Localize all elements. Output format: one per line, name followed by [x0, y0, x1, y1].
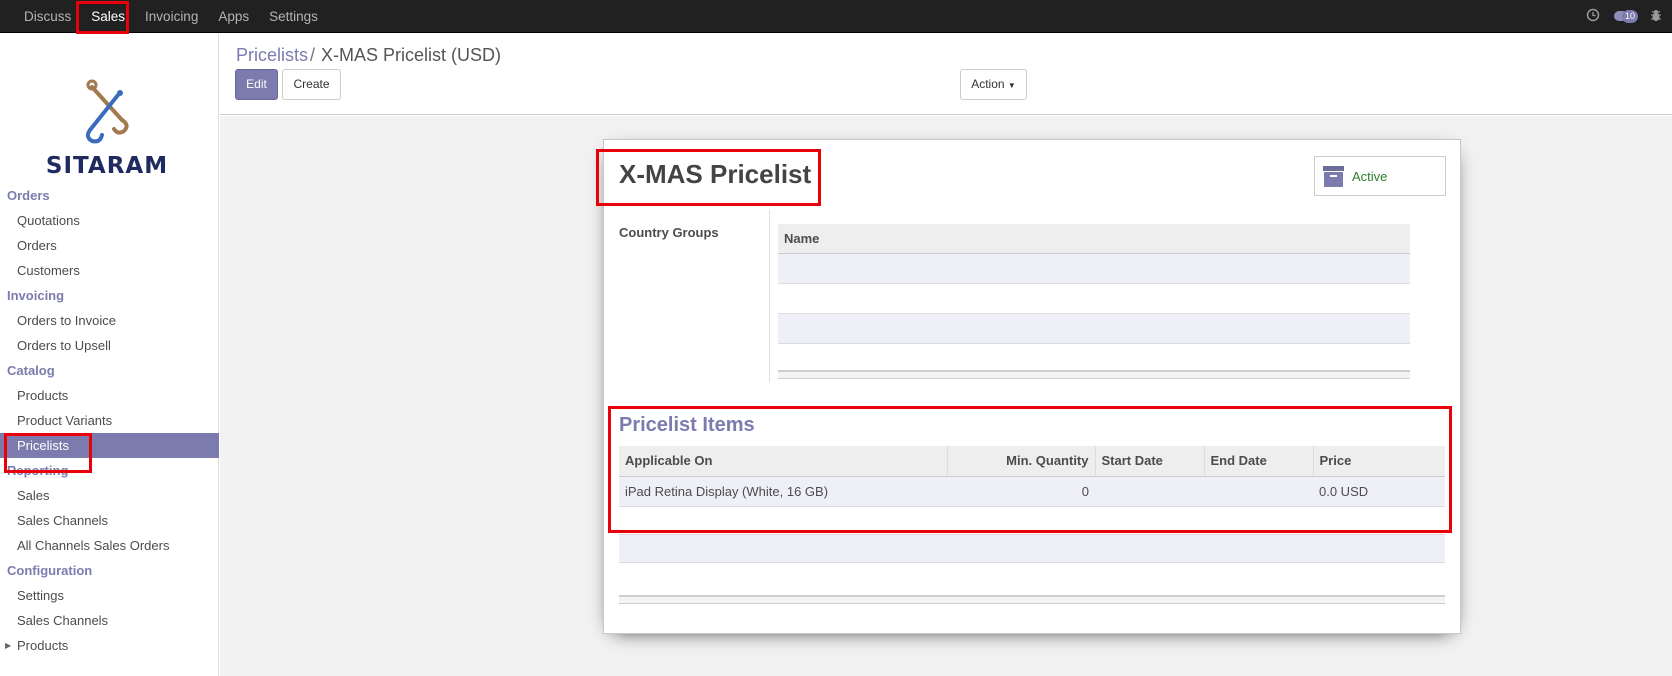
section-configuration: Configuration — [7, 563, 93, 578]
column-header-end-date[interactable]: End Date — [1204, 446, 1314, 477]
column-header-name[interactable]: Name — [778, 224, 1410, 254]
sidebar-item-product-variants[interactable]: Product Variants — [0, 408, 219, 433]
sidebar: SITARAM Orders Quotations Orders Custome… — [0, 33, 219, 676]
breadcrumb-current: X-MAS Pricelist (USD) — [321, 45, 502, 65]
menu-discuss[interactable]: Discuss — [14, 0, 81, 33]
table-row — [619, 506, 1445, 535]
sidebar-item-sales[interactable]: Sales — [0, 483, 219, 508]
systray: 10 — [1586, 0, 1662, 33]
clock-icon[interactable] — [1586, 8, 1600, 25]
pricelist-name: X-MAS Pricelist — [619, 159, 812, 189]
table-row — [778, 314, 1410, 344]
pricelist-items-table: Applicable On Min. Quantity Start Date E… — [619, 446, 1445, 590]
section-orders: Orders — [7, 188, 50, 203]
active-label: Active — [1352, 169, 1388, 184]
sidebar-item-sales-channels-report[interactable]: Sales Channels — [0, 508, 219, 533]
sidebar-item-products[interactable]: Products — [0, 383, 219, 408]
table-footer — [778, 370, 1410, 379]
sidebar-item-customers[interactable]: Customers — [0, 258, 219, 283]
table-row[interactable]: iPad Retina Display (White, 16 GB) 0 0.0… — [619, 476, 1445, 507]
active-toggle-button[interactable]: Active — [1314, 156, 1446, 196]
sidebar-item-pricelists[interactable]: Pricelists — [0, 433, 219, 458]
cell-min-quantity: 0 — [947, 476, 1095, 507]
table-row — [778, 284, 1410, 314]
sidebar-menu: Orders Quotations Orders Customers Invoi… — [0, 183, 219, 658]
company-logo: SITARAM — [22, 75, 192, 179]
messages-icon[interactable]: 10 — [1614, 9, 1639, 24]
table-row — [778, 254, 1410, 284]
table-row — [619, 534, 1445, 563]
column-header-price[interactable]: Price — [1313, 446, 1445, 477]
sidebar-item-quotations[interactable]: Quotations — [0, 208, 219, 233]
menu-invoicing[interactable]: Invoicing — [135, 0, 208, 33]
form-view: X-MAS Pricelist Active Country Groups Na… — [220, 116, 1672, 676]
app-menu: Discuss Sales Invoicing Apps Settings — [14, 0, 328, 33]
section-catalog: Catalog — [7, 363, 55, 378]
column-header-start-date[interactable]: Start Date — [1095, 446, 1205, 477]
cell-start-date — [1095, 476, 1204, 507]
menu-sales[interactable]: Sales — [81, 0, 135, 33]
caret-right-icon: ▶ — [5, 641, 12, 650]
cell-end-date — [1204, 476, 1313, 507]
section-invoicing: Invoicing — [7, 288, 65, 303]
menu-apps[interactable]: Apps — [208, 0, 259, 33]
pricelist-items-title: Pricelist Items — [619, 414, 755, 436]
action-label: Action — [971, 77, 1005, 91]
country-groups-table: Name — [778, 224, 1410, 379]
sidebar-item-all-channels-sales-orders[interactable]: All Channels Sales Orders — [0, 533, 219, 558]
country-groups-label: Country Groups — [619, 225, 719, 240]
sidebar-item-settings[interactable]: Settings — [0, 583, 219, 608]
sidebar-item-config-products[interactable]: ▶ Products — [0, 633, 219, 658]
sidebar-item-sales-channels[interactable]: Sales Channels — [0, 608, 219, 633]
messages-count-badge: 10 — [1622, 9, 1639, 23]
form-sheet: X-MAS Pricelist Active Country Groups Na… — [603, 139, 1461, 634]
sidebar-item-orders-to-upsell[interactable]: Orders to Upsell — [0, 333, 219, 358]
edit-button[interactable]: Edit — [235, 69, 278, 100]
top-navbar: Discuss Sales Invoicing Apps Settings 10 — [0, 0, 1672, 33]
bug-icon[interactable] — [1650, 9, 1662, 25]
column-header-min-quantity[interactable]: Min. Quantity — [947, 446, 1096, 477]
breadcrumb-pricelists[interactable]: Pricelists — [236, 45, 308, 65]
archive-icon — [1323, 166, 1344, 187]
column-header-applicable-on[interactable]: Applicable On — [619, 446, 948, 477]
sidebar-item-orders[interactable]: Orders — [0, 233, 219, 258]
table-row — [619, 562, 1445, 590]
sidebar-item-orders-to-invoice[interactable]: Orders to Invoice — [0, 308, 219, 333]
create-button[interactable]: Create — [282, 69, 341, 100]
menu-settings[interactable]: Settings — [259, 0, 328, 33]
control-panel: Pricelists / X-MAS Pricelist (USD) Edit Cr… — [220, 33, 1672, 115]
cell-price: 0.0 USD — [1313, 476, 1445, 507]
sidebar-item-label: Products — [17, 638, 69, 653]
section-reporting: Reporting — [7, 463, 69, 478]
table-row — [778, 344, 1410, 370]
breadcrumb-separator: / — [310, 45, 316, 65]
breadcrumb: Pricelists / X-MAS Pricelist (USD) — [236, 45, 501, 66]
logo-text: SITARAM — [45, 153, 169, 179]
divider — [769, 210, 770, 382]
table-footer — [619, 595, 1445, 604]
cell-applicable-on: iPad Retina Display (White, 16 GB) — [619, 476, 947, 507]
caret-down-icon: ▼ — [1007, 81, 1016, 90]
action-dropdown[interactable]: Action ▼ — [960, 69, 1027, 100]
